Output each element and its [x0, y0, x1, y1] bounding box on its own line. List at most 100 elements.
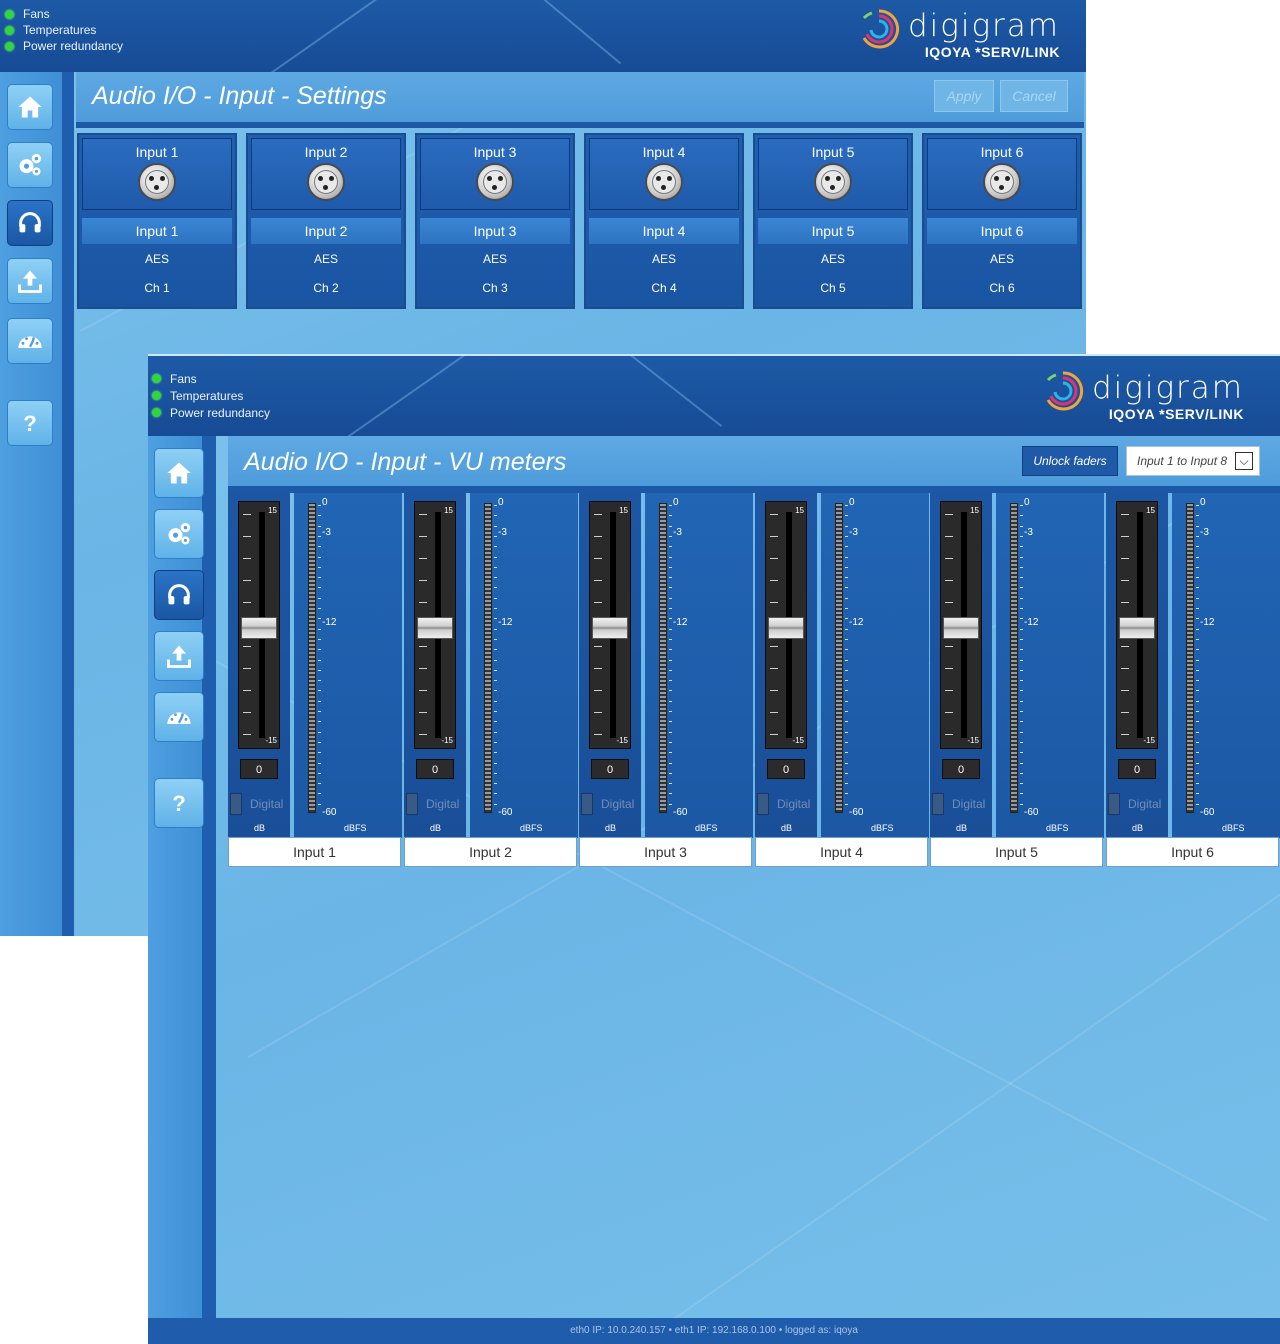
- meter-tick: [669, 638, 672, 640]
- meter-tick: [1196, 690, 1199, 692]
- gain-fader[interactable]: 15 -15: [1116, 501, 1158, 749]
- gain-value-field[interactable]: 0: [942, 759, 980, 779]
- strip-name-field[interactable]: Input 1: [228, 837, 401, 867]
- meter-tick: [1020, 752, 1023, 754]
- status-panel: Fans Temperatures Power redundancy: [152, 370, 270, 421]
- gain-fader[interactable]: 15 -15: [589, 501, 631, 749]
- digital-toggle[interactable]: Digital: [1108, 793, 1166, 815]
- fader-tick: [243, 514, 251, 515]
- connector-label: Input 6: [980, 144, 1024, 160]
- gain-fader[interactable]: 15 -15: [940, 501, 982, 749]
- vu-meter-bar: [484, 503, 492, 813]
- fader-scale-min: -15: [616, 736, 628, 745]
- gain-fader[interactable]: 15 -15: [414, 501, 456, 749]
- meter-scale-label: -3: [322, 527, 331, 538]
- input-range-select[interactable]: Input 1 to Input 8 ⌵: [1126, 446, 1260, 476]
- meter-tick: [1196, 556, 1199, 558]
- apply-button[interactable]: Apply: [934, 80, 994, 112]
- meter-tick: [669, 752, 672, 754]
- sidebar-item-settings[interactable]: [154, 509, 204, 559]
- input-card[interactable]: Input 2 Input 2 AES Ch 2: [246, 133, 406, 309]
- gain-fader[interactable]: 15 -15: [238, 501, 280, 749]
- sidebar-item-home[interactable]: [7, 84, 53, 130]
- vu-meter: 0 -3 -12 -60 dBFS: [821, 493, 929, 838]
- fader-knob[interactable]: [417, 617, 453, 639]
- fader-unit-label: dB: [254, 823, 266, 833]
- sidebar-item-monitoring[interactable]: [154, 692, 204, 742]
- gain-value-field[interactable]: 0: [767, 759, 805, 779]
- cancel-button[interactable]: Cancel: [1000, 80, 1068, 112]
- unlock-faders-button[interactable]: Unlock faders: [1022, 446, 1118, 476]
- fader-section: 15 -15 0 Digital dB: [1106, 493, 1168, 838]
- input-card[interactable]: Input 6 Input 6 AES Ch 6: [922, 133, 1082, 309]
- fader-knob[interactable]: [768, 617, 804, 639]
- input-card[interactable]: Input 3 Input 3 AES Ch 3: [415, 133, 575, 309]
- fader-scale-min: -15: [967, 736, 979, 745]
- meter-tick: [494, 505, 497, 506]
- meter-tick: [494, 721, 497, 723]
- digital-label: Digital: [601, 797, 635, 811]
- meter-tick: [669, 597, 672, 599]
- sidebar-item-upload[interactable]: [7, 258, 53, 304]
- gain-value-field[interactable]: 0: [591, 759, 629, 779]
- headphones-icon: [19, 212, 41, 233]
- sidebar-item-audio-io[interactable]: [154, 570, 204, 620]
- strip-name-field[interactable]: Input 6: [1106, 837, 1279, 867]
- digital-toggle[interactable]: Digital: [581, 793, 639, 815]
- input-range-value: Input 1 to Input 8: [1137, 454, 1228, 468]
- fader-tick: [945, 580, 953, 581]
- gain-fader[interactable]: 15 -15: [765, 501, 807, 749]
- fader-knob[interactable]: [241, 617, 277, 639]
- sidebar-item-help[interactable]: ?: [7, 400, 53, 446]
- fader-knob[interactable]: [943, 617, 979, 639]
- fader-tick: [1121, 558, 1129, 559]
- strip-name-field[interactable]: Input 5: [930, 837, 1103, 867]
- meter-scale-label: -3: [1024, 527, 1033, 538]
- sidebar-item-monitoring[interactable]: [7, 318, 53, 364]
- digital-label: Digital: [1128, 797, 1162, 811]
- fader-unit-label: dB: [781, 823, 793, 833]
- digital-toggle[interactable]: Digital: [406, 793, 464, 815]
- fader-knob[interactable]: [1119, 617, 1155, 639]
- meter-tick: [1020, 793, 1023, 795]
- strip-name-field[interactable]: Input 4: [755, 837, 928, 867]
- vu-title-bar: Audio I/O - Input - VU meters: [228, 436, 1280, 486]
- meter-tick: [318, 669, 321, 671]
- connector-panel: Input 3: [420, 138, 570, 210]
- input-card[interactable]: Input 1 Input 1 AES Ch 1: [77, 133, 237, 309]
- gain-value-field[interactable]: 0: [1118, 759, 1156, 779]
- meter-tick: [318, 535, 321, 537]
- fader-tick: [243, 646, 251, 647]
- sidebar-item-help[interactable]: ?: [154, 778, 204, 828]
- digital-toggle[interactable]: Digital: [230, 793, 288, 815]
- sidebar-item-home[interactable]: [154, 448, 204, 498]
- meter-tick: [669, 793, 672, 795]
- gain-value-field[interactable]: 0: [240, 759, 278, 779]
- fader-tick: [945, 558, 953, 559]
- meter-tick: [318, 711, 321, 712]
- status-panel: Fans Temperatures Power redundancy: [5, 6, 123, 54]
- input-channel: Ch 3: [482, 281, 508, 295]
- meter-tick: [494, 618, 497, 620]
- digital-toggle[interactable]: Digital: [932, 793, 990, 815]
- fader-knob[interactable]: [592, 617, 628, 639]
- meter-tick: [318, 556, 321, 558]
- meter-tick: [1196, 721, 1199, 723]
- sidebar-item-upload[interactable]: [154, 631, 204, 681]
- sidebar-item-audio-io[interactable]: [7, 200, 53, 246]
- strip-name-field[interactable]: Input 2: [404, 837, 577, 867]
- strip-name-field[interactable]: Input 3: [579, 837, 752, 867]
- sidebar-item-settings[interactable]: [7, 142, 53, 188]
- meter-tick: [1020, 649, 1023, 651]
- digital-toggle[interactable]: Digital: [757, 793, 815, 815]
- meter-tick: [669, 546, 672, 548]
- input-card[interactable]: Input 4 Input 4 AES Ch 4: [584, 133, 744, 309]
- gain-value-field[interactable]: 0: [416, 759, 454, 779]
- meter-tick: [1020, 700, 1023, 702]
- meter-tick: [318, 762, 321, 764]
- meter-tick: [1196, 618, 1199, 620]
- input-type: AES: [313, 252, 338, 266]
- meter-tick: [1020, 628, 1023, 630]
- input-card[interactable]: Input 5 Input 5 AES Ch 5: [753, 133, 913, 309]
- meter-tick: [318, 700, 321, 702]
